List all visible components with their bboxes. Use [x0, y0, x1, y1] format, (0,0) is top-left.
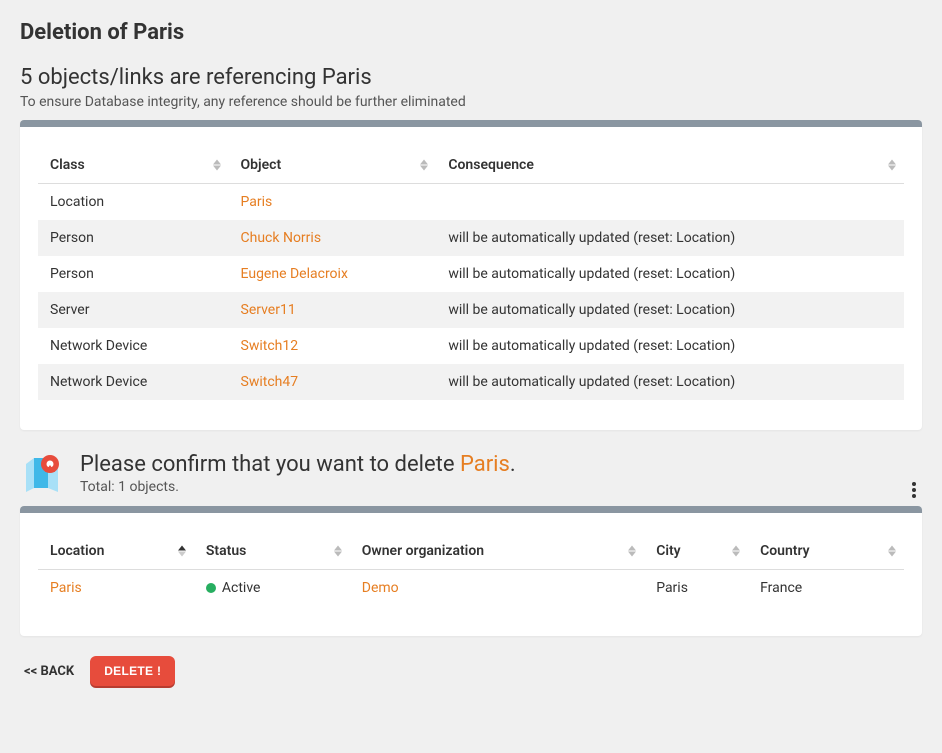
- confirm-prefix: Please confirm that you want to delete: [80, 452, 460, 477]
- cell-class: Person: [38, 256, 229, 292]
- sort-icon: [178, 546, 186, 557]
- table-row: Person Eugene Delacroix will be automati…: [38, 256, 904, 292]
- location-link[interactable]: Paris: [50, 580, 82, 596]
- confirm-panel: Location Status Owne: [20, 506, 922, 636]
- owner-link[interactable]: Demo: [362, 580, 399, 596]
- col-object[interactable]: Object: [229, 147, 437, 184]
- col-class-label: Class: [50, 157, 85, 173]
- cell-status: Active: [194, 570, 350, 607]
- table-row: Network Device Switch47 will be automati…: [38, 364, 904, 400]
- cell-class: Location: [38, 184, 229, 221]
- references-table: Class Object Consequ: [38, 147, 904, 400]
- subtitle-desc: To ensure Database integrity, any refere…: [20, 94, 922, 110]
- col-class[interactable]: Class: [38, 147, 229, 184]
- table-row: Server Server11 will be automatically up…: [38, 292, 904, 328]
- panel-accent-bar: [20, 120, 922, 127]
- cell-city: Paris: [644, 570, 748, 607]
- sort-icon: [888, 546, 896, 557]
- confirm-title: Please confirm that you want to delete P…: [80, 452, 516, 477]
- confirm-header: Please confirm that you want to delete P…: [20, 450, 922, 496]
- cell-consequence: will be automatically updated (reset: Lo…: [436, 256, 904, 292]
- confirm-target: Paris: [460, 452, 510, 477]
- sort-icon: [334, 546, 342, 557]
- col-consequence-label: Consequence: [448, 157, 534, 173]
- col-status[interactable]: Status: [194, 533, 350, 570]
- back-button[interactable]: << BACK: [20, 658, 78, 685]
- object-link[interactable]: Chuck Norris: [241, 230, 322, 246]
- confirm-total: Total: 1 objects.: [80, 479, 516, 495]
- col-city[interactable]: City: [644, 533, 748, 570]
- sort-icon: [732, 546, 740, 557]
- sort-icon: [420, 160, 428, 171]
- sort-icon: [888, 160, 896, 171]
- object-link[interactable]: Switch47: [241, 374, 299, 390]
- col-status-label: Status: [206, 543, 246, 559]
- cell-consequence: will be automatically updated (reset: Lo…: [436, 328, 904, 364]
- status-text: Active: [222, 580, 261, 596]
- cell-consequence: will be automatically updated (reset: Lo…: [436, 292, 904, 328]
- page-title: Deletion of Paris: [20, 20, 922, 45]
- cell-class: Server: [38, 292, 229, 328]
- table-row: Location Paris: [38, 184, 904, 221]
- confirm-suffix: .: [510, 452, 516, 477]
- confirm-table: Location Status Owne: [38, 533, 904, 606]
- col-consequence[interactable]: Consequence: [436, 147, 904, 184]
- col-city-label: City: [656, 543, 680, 559]
- object-link[interactable]: Server11: [241, 302, 296, 318]
- location-pin-icon: [20, 450, 66, 496]
- object-link[interactable]: Switch12: [241, 338, 299, 354]
- status-active-icon: [206, 583, 216, 593]
- col-owner[interactable]: Owner organization: [350, 533, 644, 570]
- cell-class: Network Device: [38, 364, 229, 400]
- col-object-label: Object: [241, 157, 282, 173]
- cell-consequence: will be automatically updated (reset: Lo…: [436, 364, 904, 400]
- panel-accent-bar: [20, 506, 922, 513]
- col-location-label: Location: [50, 543, 104, 559]
- col-country[interactable]: Country: [748, 533, 904, 570]
- sort-icon: [628, 546, 636, 557]
- object-link[interactable]: Paris: [241, 194, 273, 210]
- table-row: Paris Active Demo Paris France: [38, 570, 904, 607]
- cell-consequence: [436, 184, 904, 221]
- cell-country: France: [748, 570, 904, 607]
- col-owner-label: Owner organization: [362, 543, 484, 559]
- cell-class: Person: [38, 220, 229, 256]
- delete-button[interactable]: DELETE !: [90, 656, 175, 686]
- subtitle: 5 objects/links are referencing Paris: [20, 65, 922, 90]
- sort-icon: [213, 160, 221, 171]
- cell-class: Network Device: [38, 328, 229, 364]
- cell-consequence: will be automatically updated (reset: Lo…: [436, 220, 904, 256]
- references-panel: Class Object Consequ: [20, 120, 922, 430]
- object-link[interactable]: Eugene Delacroix: [241, 266, 348, 282]
- table-row: Person Chuck Norris will be automaticall…: [38, 220, 904, 256]
- col-country-label: Country: [760, 543, 810, 559]
- col-location[interactable]: Location: [38, 533, 194, 570]
- action-bar: << BACK DELETE !: [20, 656, 922, 686]
- more-menu-icon[interactable]: [912, 482, 916, 498]
- table-row: Network Device Switch12 will be automati…: [38, 328, 904, 364]
